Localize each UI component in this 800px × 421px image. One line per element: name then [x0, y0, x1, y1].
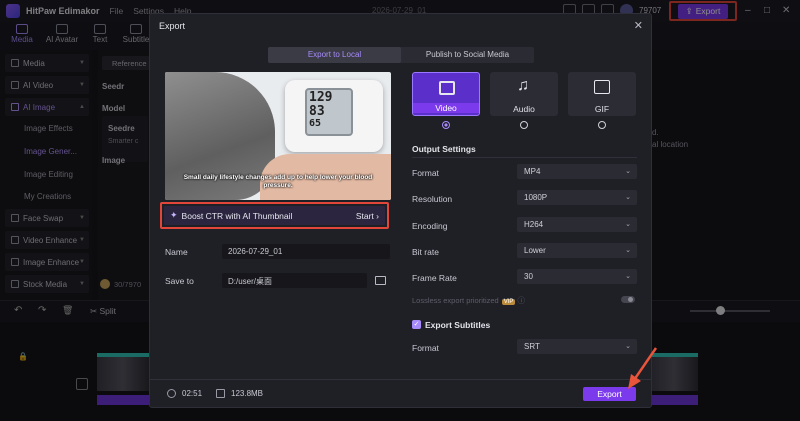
format-gif-card[interactable]: GIF	[568, 72, 636, 116]
export-subtitles-checkbox[interactable]: ✓	[412, 320, 421, 329]
dialog-title: Export	[159, 21, 186, 31]
chevron-down-icon: ⌄	[625, 273, 631, 280]
info-icon: ⓘ	[517, 296, 525, 305]
video-icon	[439, 81, 455, 95]
app-window: HitPaw Edimakor File Settings Help 2026-…	[0, 0, 800, 421]
encoding-label: Encoding	[412, 221, 448, 231]
boost-highlight: ✦ Boost CTR with AI Thumbnail Start ›	[160, 202, 389, 229]
lossless-toggle[interactable]	[621, 296, 635, 303]
boost-ctr-button[interactable]: ✦ Boost CTR with AI Thumbnail Start ›	[164, 206, 385, 225]
format-audio-label: Audio	[513, 104, 535, 114]
chevron-right-icon: ›	[376, 210, 379, 221]
chevron-down-icon: ⌄	[625, 194, 631, 201]
format-video-card[interactable]: Video	[412, 72, 480, 116]
radio-gif[interactable]	[598, 121, 606, 129]
video-preview: 129 83 65 Small daily lifestyle changes …	[165, 72, 391, 200]
format-label: Format	[412, 168, 439, 178]
radio-video[interactable]	[442, 121, 450, 129]
name-input[interactable]: 2026-07-29_01	[222, 244, 390, 259]
tab-export-local[interactable]: Export to Local	[268, 47, 401, 63]
radio-audio[interactable]	[520, 121, 528, 129]
clock-icon	[167, 389, 176, 398]
folder-icon[interactable]	[375, 276, 386, 285]
duration-text: 02:51	[182, 389, 203, 398]
frame-rate-label: Frame Rate	[412, 273, 457, 283]
subtitle-format-select[interactable]: SRT ⌄	[517, 339, 637, 354]
dialog-footer: 02:51 123.8MB Export	[150, 379, 651, 407]
save-path-input[interactable]: D:/user/桌面	[222, 273, 367, 288]
tab-publish-social[interactable]: Publish to Social Media	[401, 47, 534, 63]
bitrate-select[interactable]: Lower ⌄	[517, 243, 637, 258]
export-subtitles-title: Export Subtitles	[425, 320, 491, 330]
boost-start: Start ›	[355, 210, 379, 221]
sparkle-icon: ✦	[170, 210, 178, 220]
chevron-down-icon: ⌄	[625, 343, 631, 350]
file-size-icon	[216, 389, 225, 398]
format-gif-label: GIF	[594, 104, 610, 114]
close-icon[interactable]: ✕	[634, 19, 643, 32]
export-button[interactable]: Export	[583, 387, 636, 401]
chevron-down-icon: ⌄	[625, 221, 631, 228]
format-select[interactable]: MP4 ⌄	[517, 164, 637, 179]
lossless-label: Lossless export prioritized VIP ⓘ	[412, 296, 525, 305]
format-audio-card[interactable]: ♫ Audio	[490, 72, 558, 116]
systolic-reading: 129	[309, 90, 333, 105]
output-settings-title: Output Settings	[412, 144, 476, 154]
save-to-label: Save to	[165, 276, 194, 286]
bitrate-label: Bit rate	[412, 247, 439, 257]
boost-label: Boost CTR with AI Thumbnail	[181, 210, 293, 221]
export-dialog: Export ✕ Export to Local Publish to Soci…	[149, 13, 652, 408]
resolution-select[interactable]: 1080P ⌄	[517, 190, 637, 205]
export-tabs: Export to Local Publish to Social Media	[268, 47, 534, 63]
chevron-down-icon: ⌄	[625, 168, 631, 175]
divider	[412, 157, 637, 158]
gif-icon	[594, 80, 610, 94]
vip-badge: VIP	[501, 299, 516, 305]
encoding-select[interactable]: H264 ⌄	[517, 217, 637, 232]
frame-rate-select[interactable]: 30 ⌄	[517, 269, 637, 284]
format-video-label: Video	[413, 103, 479, 113]
preview-caption: Small daily lifestyle changes add up to …	[183, 174, 373, 189]
pulse-reading: 65	[309, 118, 322, 129]
music-note-icon: ♫	[517, 77, 529, 94]
resolution-label: Resolution	[412, 194, 453, 204]
file-size-text: 123.8MB	[231, 389, 264, 398]
diastolic-reading: 83	[309, 104, 325, 119]
chevron-down-icon: ⌄	[625, 247, 631, 254]
name-label: Name	[165, 247, 188, 257]
subtitle-format-label: Format	[412, 343, 439, 353]
